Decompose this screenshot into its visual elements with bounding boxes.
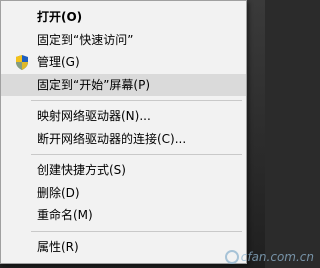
- menu-item-create-shortcut[interactable]: 创建快捷方式(S): [1, 159, 246, 182]
- menu-item-manage-label: 管理(G): [37, 55, 80, 69]
- context-menu: 打开(O) 固定到“快速访问” 管理(G) 固定到“开始”屏幕(P) 映射网络驱…: [0, 0, 247, 264]
- shield-icon: [16, 55, 28, 70]
- watermark: cfan.com.cn: [224, 249, 314, 264]
- menu-item-rename[interactable]: 重命名(M): [1, 204, 246, 227]
- menu-item-open[interactable]: 打开(O): [1, 6, 246, 29]
- separator: [31, 100, 242, 101]
- menu-item-pin-quick-access[interactable]: 固定到“快速访问”: [1, 29, 246, 52]
- menu-item-delete[interactable]: 删除(D): [1, 182, 246, 205]
- separator: [31, 230, 242, 232]
- menu-item-pin-start[interactable]: 固定到“开始”屏幕(P): [1, 73, 246, 96]
- menu-item-properties[interactable]: 属性(R): [1, 236, 246, 259]
- menu-item-disconnect-network-drive[interactable]: 断开网络驱动器的连接(C)...: [1, 128, 246, 151]
- menu-item-map-network-drive[interactable]: 映射网络驱动器(N)...: [1, 105, 246, 128]
- separator: [31, 154, 242, 155]
- watermark-logo-icon: [224, 250, 239, 264]
- menu-item-manage[interactable]: 管理(G): [1, 51, 246, 74]
- watermark-text: cfan.com.cn: [240, 249, 314, 264]
